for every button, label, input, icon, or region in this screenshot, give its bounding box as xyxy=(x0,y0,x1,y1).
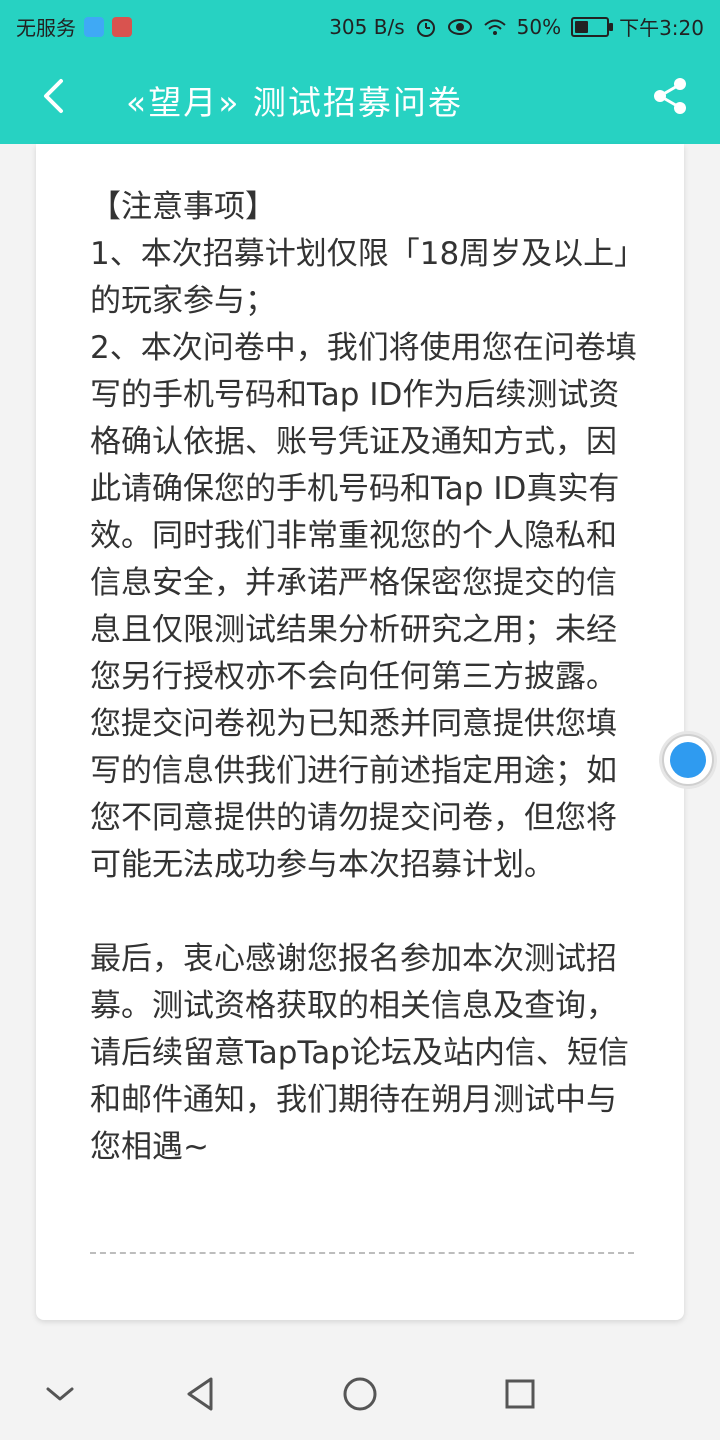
back-button[interactable] xyxy=(28,70,80,122)
collapse-button[interactable] xyxy=(34,1368,86,1420)
dashed-divider xyxy=(90,1252,634,1254)
wifi-icon xyxy=(483,19,506,35)
content-card: 【注意事项】 1、本次招募计划仅限「18周岁及以上」的玩家参与； 2、本次问卷中… xyxy=(36,144,684,1320)
nav-home-button[interactable] xyxy=(334,1368,386,1420)
share-button[interactable] xyxy=(644,70,696,122)
eye-icon xyxy=(447,18,472,35)
share-icon xyxy=(654,78,686,114)
status-right: 305 B/s 50% 下午3:20 xyxy=(329,12,704,41)
battery-percent: 50% xyxy=(516,14,562,39)
notice-item-1: 1、本次招募计划仅限「18周岁及以上」的玩家参与； xyxy=(90,236,630,319)
navigation-bar xyxy=(0,1346,720,1440)
floating-ball-icon xyxy=(659,731,717,789)
network-speed: 305 B/s xyxy=(329,14,405,39)
closing-paragraph: 最后，衷心感谢您报名参加本次测试招募。测试资格获取的相关信息及查询，请后续留意T… xyxy=(90,941,629,1165)
alarm-icon xyxy=(416,18,435,37)
notice-heading: 【注意事项】 xyxy=(90,189,276,225)
battery-icon xyxy=(571,16,614,37)
status-left: 无服务 xyxy=(16,12,132,41)
nav-back-button[interactable] xyxy=(174,1368,226,1420)
collapse-icon xyxy=(46,1387,74,1401)
notice-text: 【注意事项】 1、本次招募计划仅限「18周岁及以上」的玩家参与； 2、本次问卷中… xyxy=(90,184,638,1171)
battery-fill xyxy=(575,20,589,33)
back-arrow-icon xyxy=(44,79,63,113)
clock: 下午3:20 xyxy=(619,16,704,40)
page-title: «望月» 测试招募问卷 xyxy=(126,83,463,122)
nav-recents-button[interactable] xyxy=(494,1368,546,1420)
sync-icon xyxy=(84,16,104,37)
app-icon xyxy=(112,16,132,37)
title-bar: «望月» 测试招募问卷 xyxy=(0,50,720,144)
back-triangle-icon xyxy=(187,1377,213,1411)
carrier-text: 无服务 xyxy=(16,16,76,40)
status-bar: 无服务 305 B/s 50% 下午3:20 xyxy=(0,0,720,50)
home-circle-icon xyxy=(343,1377,377,1411)
notice-item-2: 2、本次问卷中，我们将使用您在问卷填写的手机号码和Tap ID作为后续测试资格确… xyxy=(90,330,637,883)
recents-square-icon xyxy=(505,1379,535,1409)
floating-assist-button[interactable] xyxy=(658,730,718,790)
